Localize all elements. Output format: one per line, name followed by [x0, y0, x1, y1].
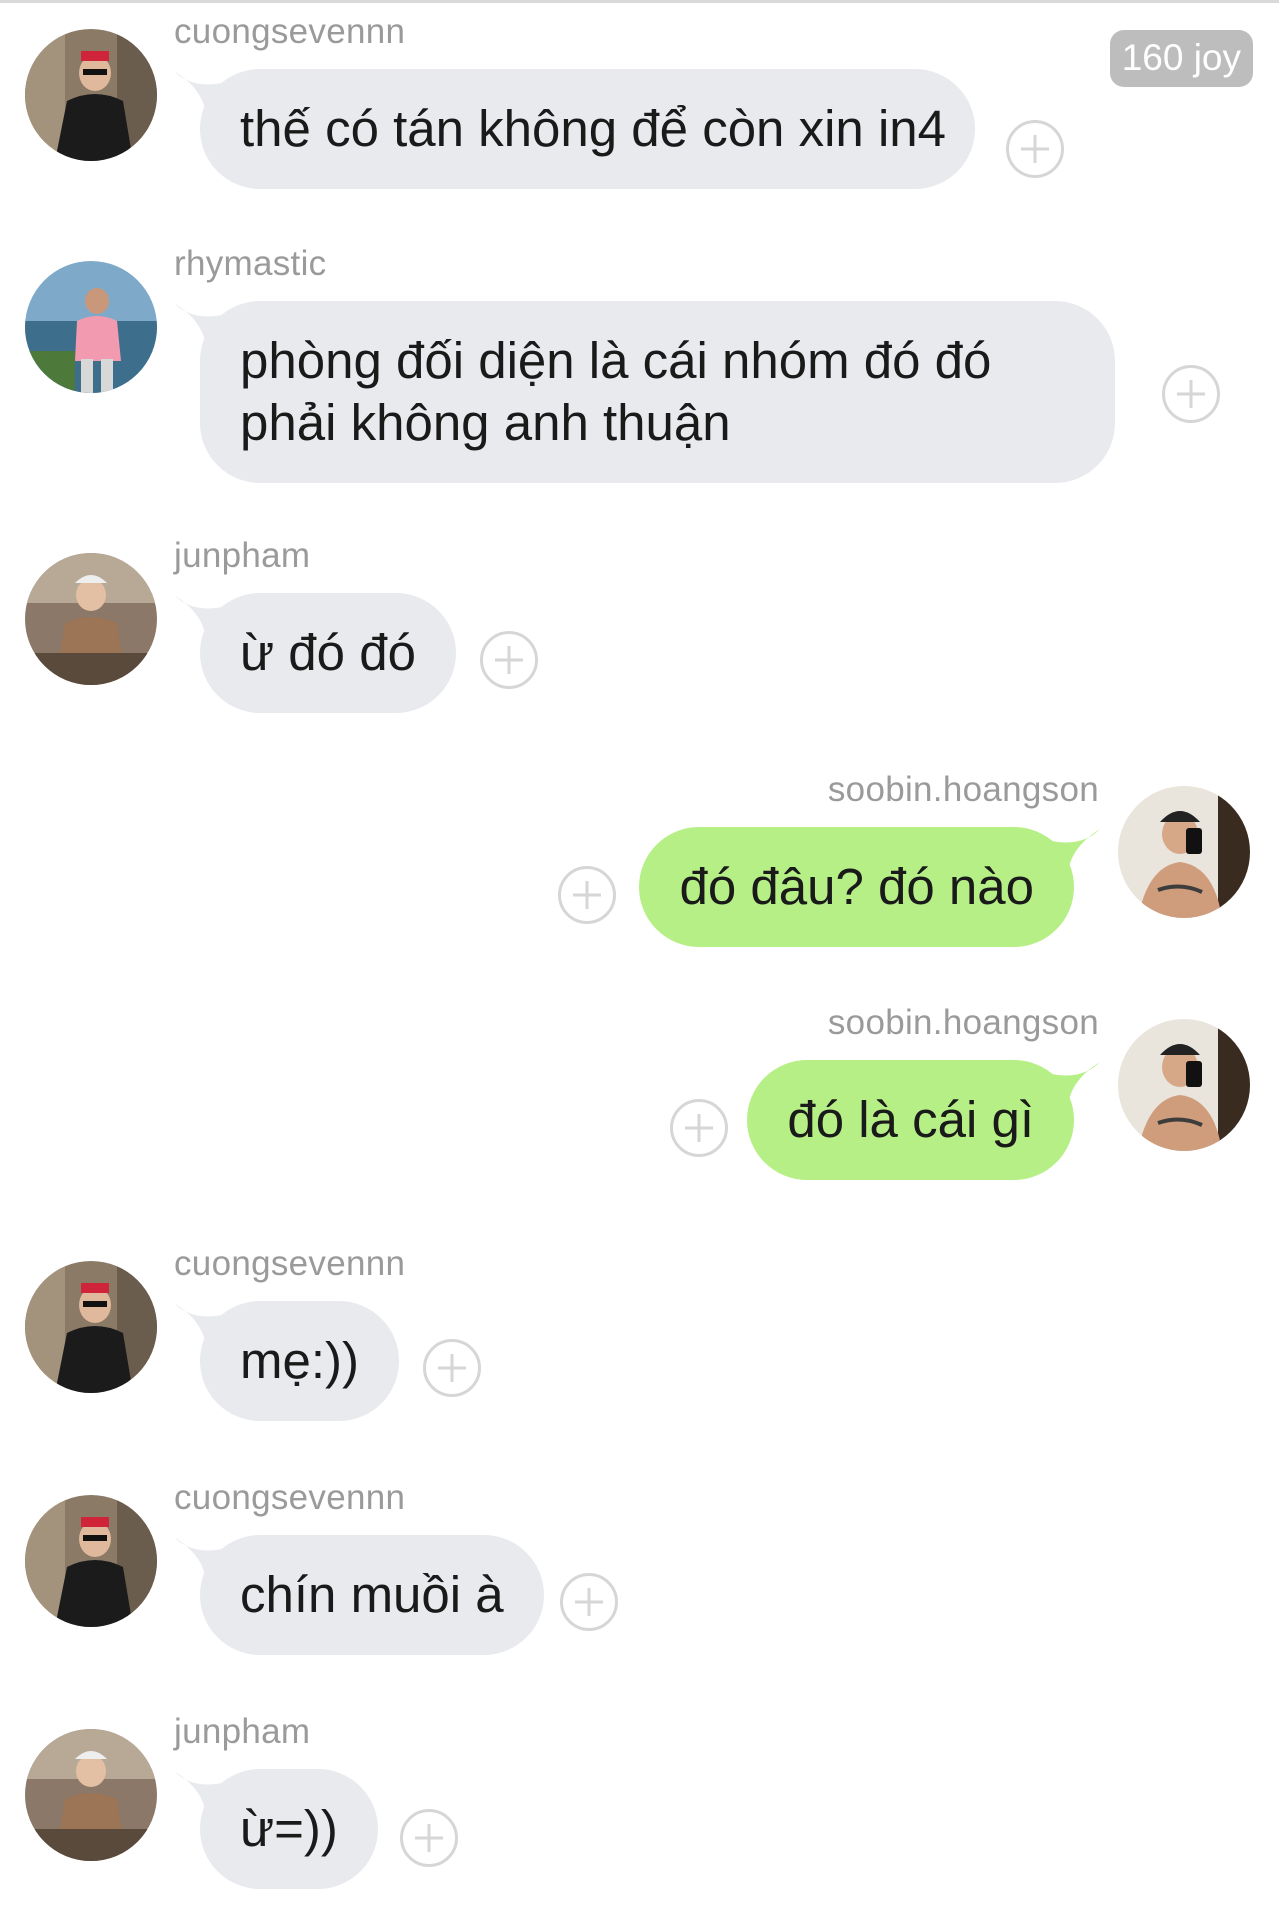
- bubble-tail: [172, 301, 242, 351]
- message-bubble-container: ừ=)): [174, 1769, 378, 1889]
- message-row: junpham ừ=)): [0, 1714, 1279, 1904]
- message-row: rhymastic phòng đối diện là cái nhóm đó …: [0, 246, 1279, 496]
- message-text: ừ đó đó: [240, 624, 416, 681]
- bubble-tail: [172, 69, 242, 119]
- message-text: ừ=)): [240, 1800, 338, 1857]
- message-text: chín muồi à: [240, 1566, 504, 1623]
- username: soobin.hoangson: [827, 1003, 1099, 1042]
- bubble-tail: [1032, 1060, 1102, 1110]
- bubble-tail: [172, 1769, 242, 1819]
- username: soobin.hoangson: [827, 770, 1099, 809]
- message-row: cuongsevennn mẹ:)): [0, 1246, 1279, 1426]
- username: rhymastic: [174, 244, 327, 283]
- avatar[interactable]: [25, 1261, 157, 1393]
- message-row: soobin.hoangson đó là cái gì: [0, 1005, 1279, 1185]
- username: cuongsevennn: [174, 12, 406, 51]
- message-bubble[interactable]: đó đâu? đó nào: [639, 827, 1100, 947]
- message-bubble[interactable]: phòng đối diện là cái nhóm đó đó phải kh…: [174, 301, 1115, 483]
- message-bubble[interactable]: mẹ:)): [174, 1301, 399, 1421]
- message-row: junpham ừ đó đó: [0, 538, 1279, 718]
- message-bubble-container: mẹ:)): [174, 1301, 399, 1421]
- message-bubble-container: đó là cái gì: [747, 1060, 1100, 1180]
- message-bubble-container: phòng đối diện là cái nhóm đó đó phải kh…: [174, 301, 1130, 483]
- add-reaction-icon[interactable]: [670, 1099, 728, 1157]
- add-reaction-icon[interactable]: [480, 631, 538, 689]
- avatar[interactable]: [25, 29, 157, 161]
- message-text: đó đâu? đó nào: [679, 858, 1034, 915]
- message-bubble-container: ừ đó đó: [174, 593, 456, 713]
- username: cuongsevennn: [174, 1244, 406, 1283]
- top-divider: [0, 0, 1279, 3]
- message-bubble-container: đó đâu? đó nào: [639, 827, 1100, 947]
- message-bubble[interactable]: chín muồi à: [174, 1535, 544, 1655]
- message-row: soobin.hoangson đó đâu? đó nào: [0, 772, 1279, 952]
- add-reaction-icon[interactable]: [1006, 120, 1064, 178]
- message-bubble[interactable]: đó là cái gì: [747, 1060, 1100, 1180]
- username: junpham: [174, 1712, 311, 1751]
- avatar[interactable]: [25, 261, 157, 393]
- message-text: mẹ:)): [240, 1332, 359, 1389]
- add-reaction-icon[interactable]: [1162, 365, 1220, 423]
- avatar[interactable]: [25, 553, 157, 685]
- avatar[interactable]: [1118, 1019, 1250, 1151]
- bubble-tail: [172, 1301, 242, 1351]
- avatar[interactable]: [25, 1495, 157, 1627]
- username: cuongsevennn: [174, 1478, 406, 1517]
- add-reaction-icon[interactable]: [423, 1339, 481, 1397]
- message-bubble-container: chín muồi à: [174, 1535, 544, 1655]
- add-reaction-icon[interactable]: [558, 866, 616, 924]
- add-reaction-icon[interactable]: [400, 1809, 458, 1867]
- message-bubble[interactable]: ừ=)): [174, 1769, 378, 1889]
- message-text: đó là cái gì: [787, 1091, 1034, 1148]
- message-row: cuongsevennn chín muồi à: [0, 1480, 1279, 1660]
- message-text: phòng đối diện là cái nhóm đó đó phải kh…: [240, 332, 992, 451]
- message-text: thế có tán không để còn xin in4: [240, 100, 947, 157]
- message-row: cuongsevennn thế có tán không để còn xin…: [0, 12, 1279, 189]
- avatar[interactable]: [1118, 786, 1250, 918]
- bubble-tail: [172, 1535, 242, 1585]
- username: junpham: [174, 536, 311, 575]
- bubble-tail: [1032, 827, 1102, 877]
- bubble-tail: [172, 593, 242, 643]
- message-bubble-container: thế có tán không để còn xin in4: [174, 69, 975, 189]
- message-bubble[interactable]: thế có tán không để còn xin in4: [174, 69, 975, 189]
- message-bubble[interactable]: ừ đó đó: [174, 593, 456, 713]
- avatar[interactable]: [25, 1729, 157, 1861]
- add-reaction-icon[interactable]: [560, 1573, 618, 1631]
